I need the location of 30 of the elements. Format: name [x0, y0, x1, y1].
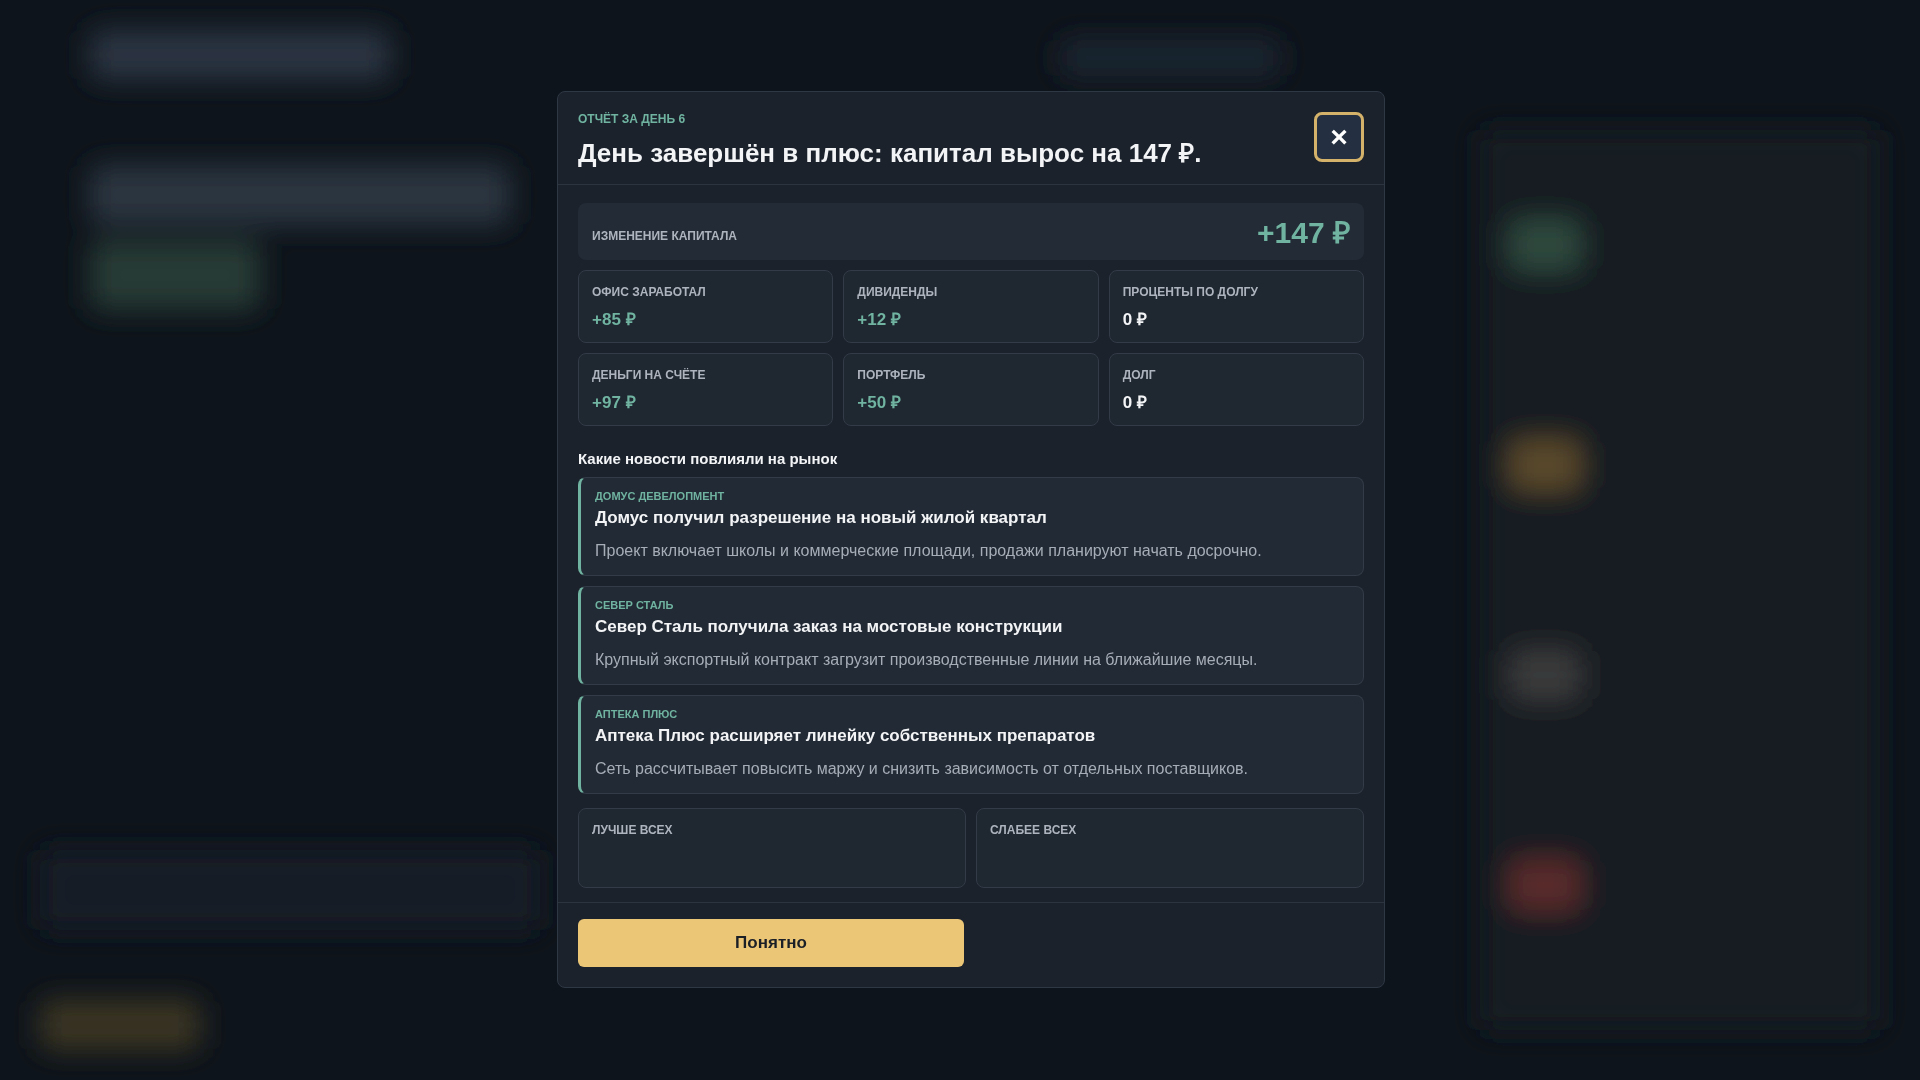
- leader-label: СЛАБЕЕ ВСЕХ: [990, 823, 1078, 837]
- close-button[interactable]: ×: [1314, 112, 1364, 162]
- stat-value: 0 ₽: [1122, 309, 1148, 330]
- stat-label: ОФИС ЗАРАБОТАЛ: [592, 285, 707, 299]
- stat-value: 0 ₽: [1122, 392, 1148, 413]
- capital-label: ИЗМЕНЕНИЕ КАПИТАЛА: [592, 228, 737, 243]
- stat-value: +50 ₽: [857, 392, 902, 413]
- news-text: Проект включает школы и коммерческие площади, продажи планируют начать досрочно.: [595, 541, 1263, 561]
- stat-value: +97 ₽: [592, 392, 637, 413]
- stat-label: ДИВИДЕНДЫ: [857, 285, 939, 299]
- stat-label: ДЕНЬГИ НА СЧЁТЕ: [592, 368, 707, 382]
- news-company: ДОМУС ДЕВЕЛОПМЕНТ: [595, 490, 726, 502]
- leader-label: ЛУЧШЕ ВСЕХ: [592, 823, 674, 837]
- section-heading: Какие новости повлияли на рынок: [578, 450, 839, 467]
- confirm-button[interactable]: Понятно: [578, 919, 964, 967]
- stat-value: +85 ₽: [592, 309, 637, 330]
- news-text: Сеть рассчитывает повысить маржу и снизить зависимость от отдельных поставщиков.: [595, 759, 1250, 779]
- news-headline: Аптека Плюс расширяет линейку собственных препаратов: [595, 726, 1097, 746]
- news-headline: Домус получил разрешение на новый жилой квартал: [595, 508, 1048, 528]
- capital-value: +147 ₽: [1257, 215, 1350, 251]
- stat-label: ПОРТФЕЛЬ: [857, 368, 927, 382]
- news-company: СЕВЕР СТАЛЬ: [595, 599, 675, 611]
- dialog-title: День завершён в плюс: капитал вырос на 147 ₽.: [578, 137, 1202, 170]
- news-headline: Север Сталь получила заказ на мостовые конструкции: [595, 617, 1064, 637]
- dialog-eyebrow: ОТЧЁТ ЗА ДЕНЬ 6: [578, 112, 687, 126]
- news-text: Крупный экспортный контракт загрузит производственные линии на ближайшие месяцы.: [595, 650, 1259, 670]
- stat-label: ДОЛГ: [1122, 368, 1157, 382]
- news-company: АПТЕКА ПЛЮС: [595, 708, 679, 720]
- stat-label: ПРОЦЕНТЫ ПО ДОЛГУ: [1122, 285, 1259, 299]
- stat-value: +12 ₽: [857, 309, 902, 330]
